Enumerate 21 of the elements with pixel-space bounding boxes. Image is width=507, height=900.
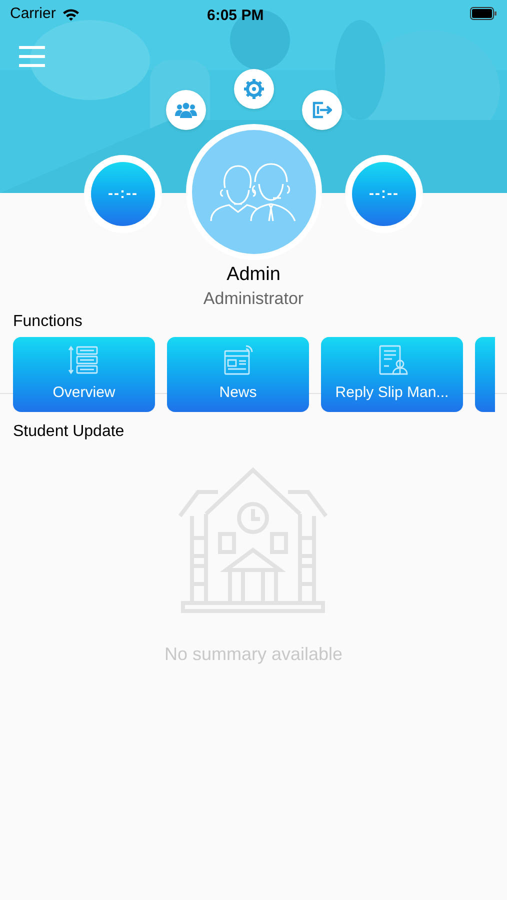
function-card[interactable]: News — [167, 337, 309, 412]
school-building-icon — [178, 466, 328, 616]
clock-time: 6:05 PM — [207, 6, 264, 26]
function-card[interactable]: Overview — [13, 337, 155, 412]
function-card[interactable]: Reply Slip Man... — [321, 337, 463, 412]
wifi-icon — [62, 8, 80, 20]
logout-icon — [312, 100, 332, 120]
right-timer: --:-- — [352, 162, 416, 226]
battery-icon — [470, 7, 497, 20]
user-name: Admin — [226, 263, 280, 287]
carrier-label: Carrier — [10, 4, 56, 24]
function-card[interactable] — [475, 337, 495, 412]
list-icon — [68, 344, 100, 376]
section-title: Functions — [13, 312, 82, 332]
user-role: Administrator — [203, 288, 304, 310]
section-title: Student Update — [13, 422, 124, 442]
menu-icon — [19, 46, 45, 66]
settings-icon — [244, 79, 264, 99]
group-icon — [175, 101, 197, 119]
newspaper-icon — [222, 344, 254, 376]
left-timer: --:-- — [91, 162, 155, 226]
